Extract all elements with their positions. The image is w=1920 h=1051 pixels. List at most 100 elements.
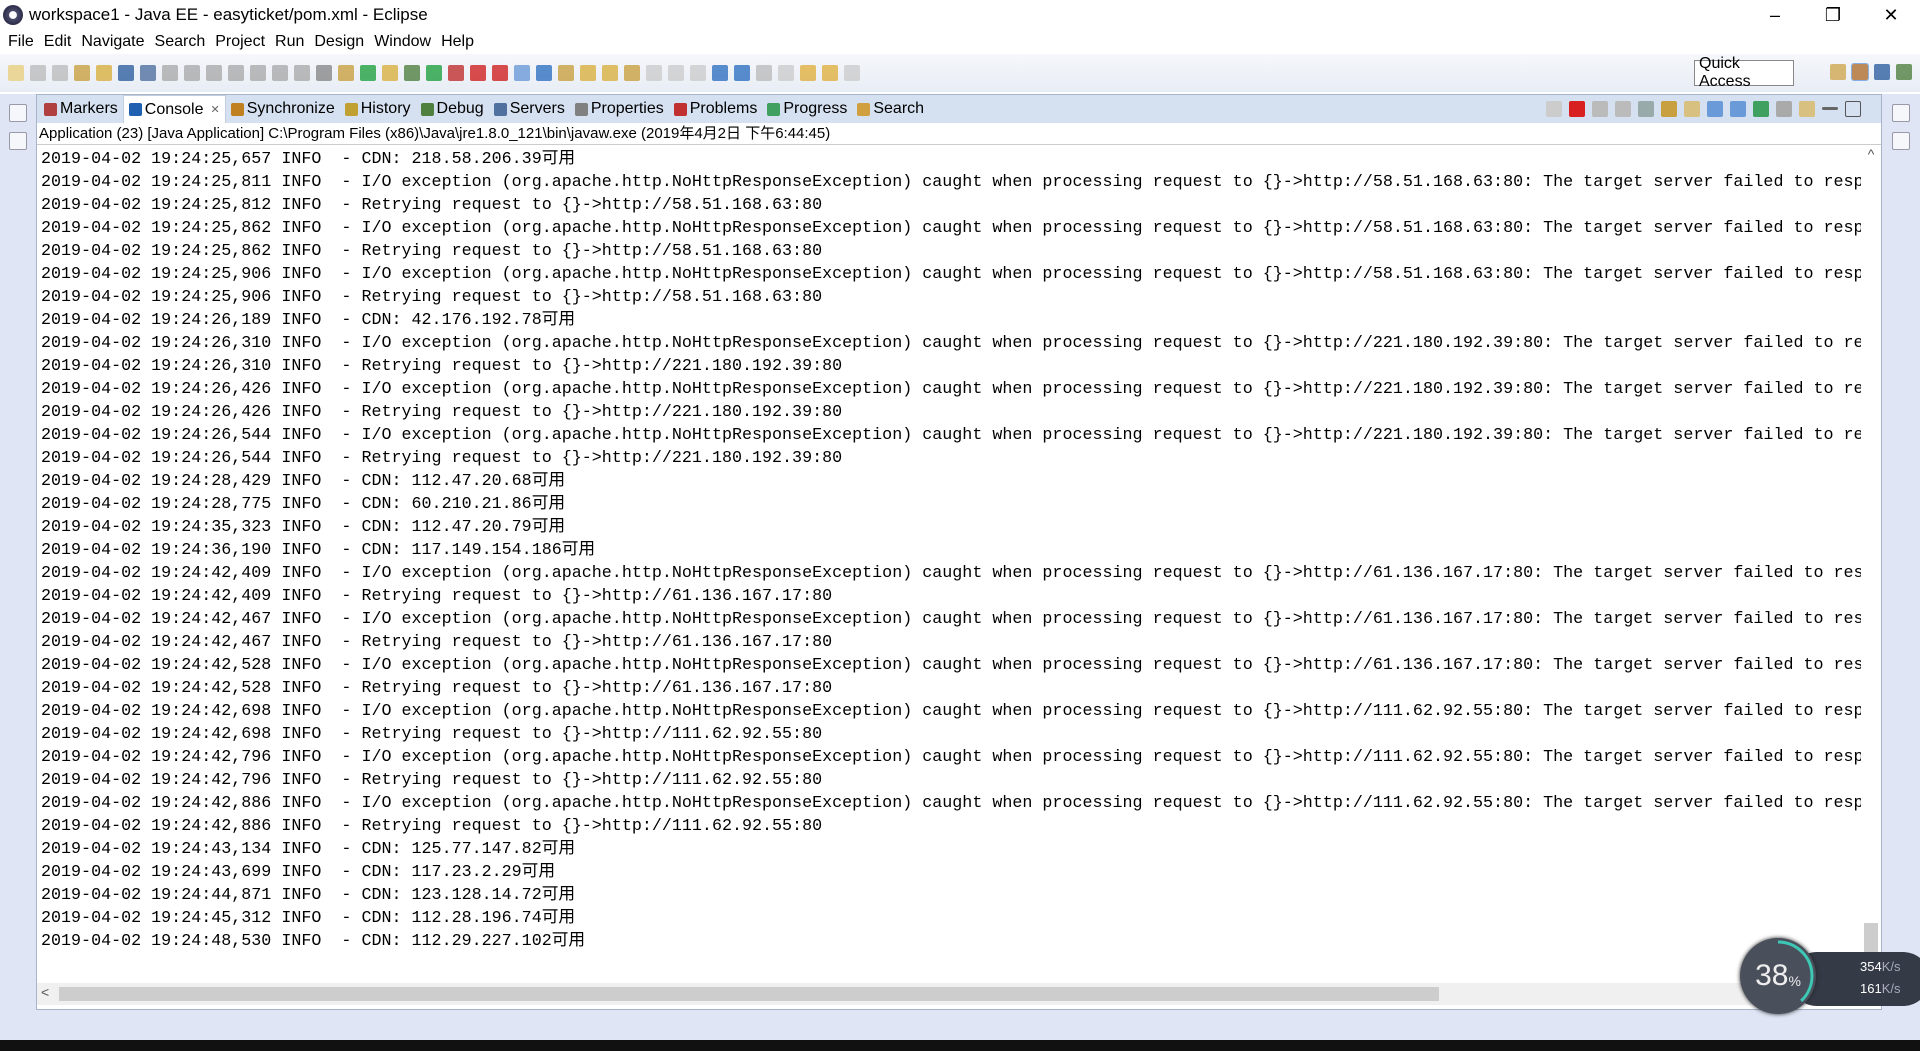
toolbar-button-icon[interactable]	[492, 65, 508, 81]
toolbar-button-icon[interactable]	[800, 65, 816, 81]
pin-console-icon[interactable]	[1753, 101, 1769, 117]
menu-window[interactable]: Window	[374, 33, 431, 51]
menu-edit[interactable]: Edit	[44, 33, 72, 51]
toolbar-button-icon[interactable]	[668, 65, 684, 81]
toolbar-button-icon[interactable]	[822, 65, 838, 81]
open-perspective-icon[interactable]	[1830, 64, 1846, 80]
menu-navigate[interactable]: Navigate	[81, 33, 144, 51]
toolbar-button-icon[interactable]	[184, 65, 200, 81]
toolbar-button-icon[interactable]	[404, 65, 420, 81]
restore-icon[interactable]	[9, 104, 27, 122]
toolbar-button-icon[interactable]	[316, 65, 332, 81]
toolbar-button-icon[interactable]	[96, 65, 112, 81]
restore-icon[interactable]	[1892, 104, 1910, 122]
toolbar-button-icon[interactable]	[580, 65, 596, 81]
minimize-button[interactable]: –	[1746, 0, 1804, 30]
quick-access-input[interactable]: Quick Access	[1694, 55, 1794, 90]
tab-label: Synchronize	[246, 100, 335, 117]
toolbar-button-icon[interactable]	[756, 65, 772, 81]
toolbar-button-icon[interactable]	[140, 65, 156, 81]
console-line: 2019-04-02 19:24:45,312 INFO - CDN: 112.…	[41, 909, 576, 928]
open-console-icon[interactable]	[1799, 101, 1815, 117]
toolbar-button-icon[interactable]	[778, 65, 794, 81]
scroll-up-icon[interactable]: ^	[1861, 146, 1881, 162]
toolbar-button-icon[interactable]	[448, 65, 464, 81]
tab-markers[interactable]: Markers	[39, 95, 123, 123]
toolbar-button-icon[interactable]	[426, 65, 442, 81]
toolbar-button-icon[interactable]	[646, 65, 662, 81]
toolbar-button-icon[interactable]	[74, 65, 90, 81]
tab-progress[interactable]: Progress	[762, 95, 852, 123]
menu-help[interactable]: Help	[441, 33, 474, 51]
remove-all-terminated-icon[interactable]	[1615, 101, 1631, 117]
debug-perspective-icon[interactable]	[1896, 64, 1912, 80]
console-line: 2019-04-02 19:24:42,528 INFO - Retrying …	[41, 679, 833, 698]
toolbar-button-icon[interactable]	[360, 65, 376, 81]
scrollbar-thumb[interactable]	[59, 987, 1439, 1001]
close-button[interactable]: ✕	[1862, 0, 1920, 30]
console-line: 2019-04-02 19:24:43,699 INFO - CDN: 117.…	[41, 863, 556, 882]
tab-problems[interactable]: Problems	[669, 95, 763, 123]
java-ee-perspective-icon[interactable]	[1851, 63, 1869, 81]
remove-launch-icon[interactable]	[1592, 101, 1608, 117]
tab-servers[interactable]: Servers	[489, 95, 570, 123]
console-output[interactable]: 2019-04-02 19:24:25,657 INFO - CDN: 218.…	[37, 146, 1862, 983]
toolbar-button-icon[interactable]	[250, 65, 266, 81]
menu-run[interactable]: Run	[275, 33, 304, 51]
show-on-stderr-icon[interactable]	[1730, 101, 1746, 117]
tab-console[interactable]: Console ✕	[122, 95, 226, 123]
toolbar-button-icon[interactable]	[624, 65, 640, 81]
toolbar-button-icon[interactable]	[602, 65, 618, 81]
toolbar-button-icon[interactable]	[690, 65, 706, 81]
menu-design[interactable]: Design	[314, 33, 364, 51]
toolbar-button-icon[interactable]	[52, 65, 68, 81]
vertical-scrollbar[interactable]: ^	[1861, 146, 1881, 983]
toolbar-button-icon[interactable]	[228, 65, 244, 81]
toolbar-button-icon[interactable]	[294, 65, 310, 81]
display-console-icon[interactable]	[1776, 101, 1792, 117]
toolbar-button-icon[interactable]	[8, 65, 24, 81]
menu-file[interactable]: File	[8, 33, 34, 51]
minimize-view-icon[interactable]	[1822, 107, 1838, 110]
outline-icon[interactable]	[1892, 132, 1910, 150]
toolbar-button-icon[interactable]	[272, 65, 288, 81]
toolbar-button-icon[interactable]	[734, 65, 750, 81]
maximize-button[interactable]: ❐	[1804, 0, 1862, 30]
toolbar-button-icon[interactable]	[514, 65, 530, 81]
horizontal-scrollbar[interactable]: <	[37, 983, 1863, 1005]
tab-history[interactable]: History	[340, 95, 416, 123]
toolbar-button-icon[interactable]	[338, 65, 354, 81]
menu-project[interactable]: Project	[215, 33, 265, 51]
gauge-ring	[1742, 940, 1814, 1012]
toolbar-button-icon[interactable]	[558, 65, 574, 81]
toolbar-button-icon[interactable]	[206, 65, 222, 81]
close-tab-icon[interactable]: ✕	[210, 103, 219, 116]
team-perspective-icon[interactable]	[1874, 64, 1890, 80]
project-explorer-icon[interactable]	[9, 132, 27, 150]
tab-label: Markers	[60, 100, 118, 117]
terminate-icon[interactable]	[1569, 101, 1585, 117]
tab-debug[interactable]: Debug	[416, 95, 489, 123]
console-toolbar	[1546, 101, 1861, 117]
toolbar-button-icon[interactable]	[162, 65, 178, 81]
tab-synchronize[interactable]: Synchronize	[226, 95, 340, 123]
tab-properties[interactable]: Properties	[570, 95, 669, 123]
servers-icon	[493, 102, 507, 116]
tab-search[interactable]: Search	[852, 95, 929, 123]
maximize-view-icon[interactable]	[1845, 101, 1861, 117]
scroll-left-icon[interactable]: <	[41, 984, 49, 1000]
toolbar-button-icon[interactable]	[712, 65, 728, 81]
toolbar-button-icon[interactable]	[118, 65, 134, 81]
toolbar-button-icon[interactable]	[470, 65, 486, 81]
toolbar-button-icon[interactable]	[30, 65, 46, 81]
toolbar-button-icon[interactable]	[382, 65, 398, 81]
console-line: 2019-04-02 19:24:26,310 INFO - I/O excep…	[41, 334, 1862, 353]
toolbar-button-icon[interactable]	[844, 65, 860, 81]
clear-console-icon[interactable]	[1638, 101, 1654, 117]
scroll-lock-icon[interactable]	[1661, 101, 1677, 117]
word-wrap-icon[interactable]	[1684, 101, 1700, 117]
toolbar-button-icon[interactable]	[536, 65, 552, 81]
menu-search[interactable]: Search	[155, 33, 206, 51]
terminate-relaunch-icon[interactable]	[1546, 101, 1562, 117]
show-on-stdout-icon[interactable]	[1707, 101, 1723, 117]
